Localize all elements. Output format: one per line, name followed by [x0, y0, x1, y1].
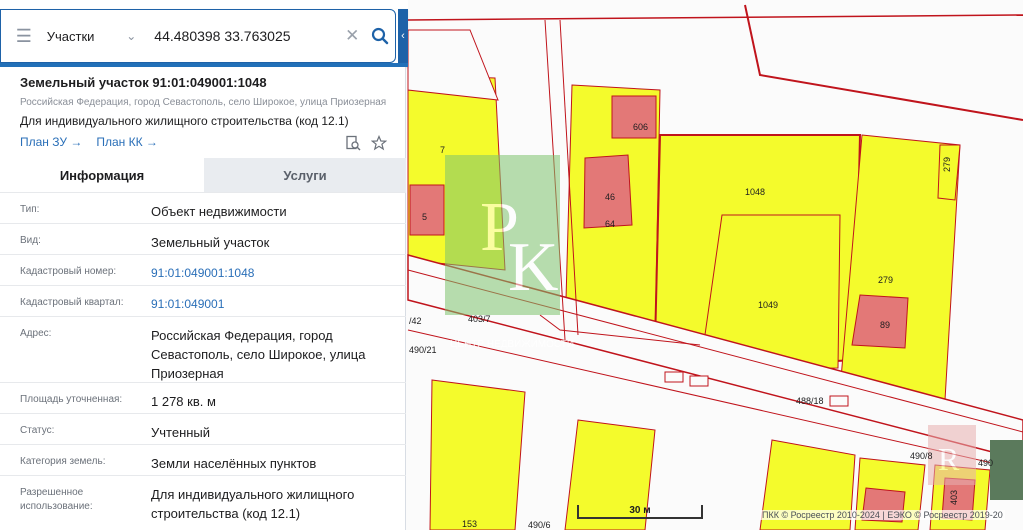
- info-row-value: 1 278 кв. м: [151, 394, 216, 409]
- collapse-panel-button[interactable]: ‹: [398, 9, 408, 63]
- info-row-value: Для индивидуального жилищного строительс…: [151, 487, 355, 521]
- parcel-address: Российская Федерация, город Севастополь,…: [20, 97, 387, 108]
- chevron-left-icon: ‹: [401, 30, 405, 42]
- tools: [345, 135, 387, 151]
- clear-icon[interactable]: ✕: [339, 26, 365, 46]
- map-label: 64: [605, 219, 615, 229]
- info-rows: Тип: Объект недвижимости Вид: Земельный уча…: [0, 192, 406, 521]
- star-icon[interactable]: [371, 135, 387, 151]
- search-type-select[interactable]: Участки ⌄: [47, 29, 145, 44]
- map-label: 488/18: [796, 396, 824, 406]
- road-segment: [829, 395, 849, 407]
- map-label: 5: [422, 212, 427, 222]
- info-row-value: Российская Федерация, город Севастополь,…: [151, 328, 366, 381]
- info-row-link[interactable]: 91:01:049001:1048: [151, 264, 391, 283]
- search-type-label: Участки: [46, 28, 95, 44]
- road-segment: [689, 375, 709, 387]
- map-label: /42: [409, 316, 422, 326]
- road-segment: [664, 371, 684, 383]
- info-row-label: Кадастровый квартал:: [20, 297, 124, 308]
- search-button[interactable]: [365, 21, 395, 51]
- map-label: 403/7: [468, 314, 491, 324]
- parcel-purpose: Для индивидуального жилищного строительс…: [20, 114, 349, 128]
- info-row: Вид: Земельный участок: [0, 223, 406, 254]
- info-row-label: Категория земель:: [20, 456, 106, 467]
- chevron-down-icon: ⌄: [126, 29, 137, 43]
- info-row-label: Разрешенное использование:: [20, 487, 93, 512]
- info-row: Кадастровый квартал: 91:01:049001: [0, 285, 406, 316]
- building-5[interactable]: [409, 184, 445, 236]
- watermark-logo: P K: [445, 155, 560, 315]
- map-label: 490: [978, 458, 993, 468]
- svg-text:K: K: [508, 229, 559, 306]
- map-label: 7: [440, 145, 445, 155]
- parcel-title: Земельный участок 91:01:049001:1048: [20, 75, 267, 90]
- svg-text:R: R: [938, 441, 960, 477]
- info-row: Кадастровый номер: 91:01:049001:1048: [0, 254, 406, 285]
- info-row-value: Земельный участок: [151, 235, 270, 250]
- map-label: 89: [880, 320, 890, 330]
- plan-kk-link[interactable]: План КК →: [96, 135, 158, 149]
- app-root: P K R ЦЕНТР НЕДВИЖИМОСТИ 7 5 606 46 64 1…: [0, 0, 1023, 530]
- info-row-label: Площадь уточненная:: [20, 394, 123, 405]
- search-input[interactable]: [154, 28, 340, 44]
- map-label: 490/21: [409, 345, 437, 355]
- map-label: 403: [949, 490, 959, 505]
- search-box: ☰ Участки ⌄ ✕: [0, 9, 396, 63]
- info-row-link[interactable]: 91:01:049001: [151, 295, 391, 314]
- map-label: 1048: [745, 187, 765, 197]
- map-label: 1049: [758, 300, 778, 310]
- info-row: Разрешенное использование: Для индивидуал…: [0, 475, 406, 521]
- search-icon: [371, 27, 389, 45]
- document-search-icon[interactable]: [345, 135, 361, 151]
- map-label: 153: [462, 519, 477, 529]
- map-label: 279: [942, 157, 952, 172]
- map-label: 279: [878, 275, 893, 285]
- info-row-value: Учтенный: [151, 425, 211, 440]
- satellite-thumbnail-icon[interactable]: [990, 440, 1023, 500]
- plan-zu-link[interactable]: План ЗУ →: [20, 135, 82, 149]
- info-row-label: Кадастровый номер:: [20, 266, 117, 277]
- menu-icon[interactable]: ☰: [1, 10, 47, 62]
- info-row-value: Земли населённых пунктов: [151, 456, 317, 471]
- watermark-logo-small: R: [928, 425, 976, 485]
- search-bar: ☰ Участки ⌄ ✕ ‹: [0, 9, 408, 67]
- map-label: 490/8: [910, 451, 933, 461]
- watermark-text: ЦЕНТР НЕДВИЖИМОСТИ: [450, 339, 574, 350]
- tab-info[interactable]: Информация: [0, 158, 204, 192]
- info-row-label: Вид:: [20, 235, 41, 246]
- info-row: Площадь уточненная: 1 278 кв. м: [0, 382, 406, 413]
- parcel-153[interactable]: [429, 379, 526, 530]
- top-strip: [0, 0, 408, 9]
- tab-bar: Информация Услуги: [0, 158, 406, 192]
- info-row: Адрес: Российская Федерация, город Севаст…: [0, 316, 406, 382]
- info-row-label: Статус:: [20, 425, 55, 436]
- info-row-value: Объект недвижимости: [151, 204, 287, 219]
- info-row: Тип: Объект недвижимости: [0, 192, 406, 223]
- scale-bar: 30 м: [577, 505, 703, 519]
- map-attribution: ПКК © Росреестр 2010-2024 | ЕЭКО © Росре…: [760, 510, 1005, 520]
- info-row: Категория земель: Земли населённых пункто…: [0, 444, 406, 475]
- info-row-label: Адрес:: [20, 328, 52, 339]
- info-row-label: Тип:: [20, 204, 40, 215]
- map-label: 606: [633, 122, 648, 132]
- map-label: 490/6: [528, 520, 551, 530]
- map-label: 46: [605, 192, 615, 202]
- info-row: Статус: Учтенный: [0, 413, 406, 444]
- tab-services[interactable]: Услуги: [204, 158, 406, 192]
- plan-links: План ЗУ → План КК →: [20, 135, 158, 149]
- info-panel: Земельный участок 91:01:049001:1048 Росс…: [0, 67, 406, 530]
